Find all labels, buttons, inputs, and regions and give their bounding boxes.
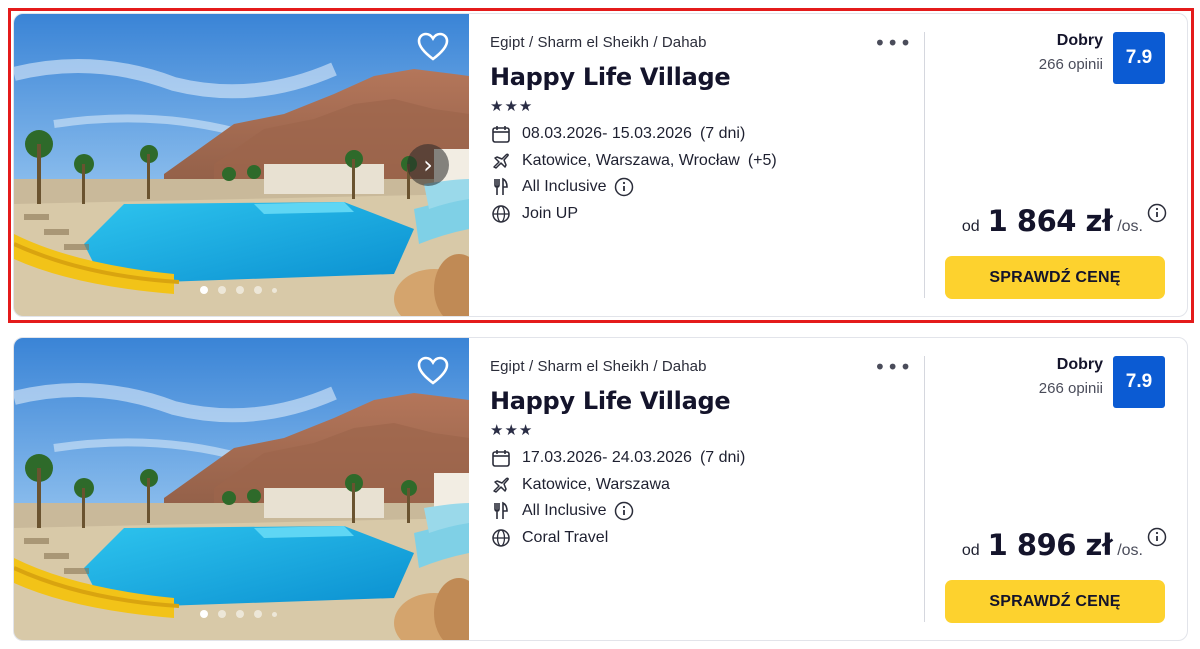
rating-block[interactable]: Dobry 266 opinii 7.9: [1039, 32, 1165, 84]
dates-row: 17.03.2026- 24.03.2026 (7 dni): [490, 445, 910, 472]
hotel-photo-image: [14, 14, 469, 317]
next-photo-button[interactable]: ›: [407, 144, 449, 186]
board-text: All Inclusive: [522, 502, 607, 520]
offer-details: Egipt / Sharm el Sheikh / Dahab Happy Li…: [490, 358, 910, 551]
price-prefix: od: [961, 218, 980, 235]
price-prefix: od: [961, 542, 980, 559]
price-block: od 1 864 zł /os.: [961, 203, 1167, 238]
hotel-name[interactable]: Happy Life Village: [490, 387, 910, 415]
heart-icon[interactable]: [417, 32, 449, 62]
offer-card[interactable]: Egipt / Sharm el Sheikh / Dahab Happy Li…: [13, 337, 1188, 641]
globe-icon: [490, 203, 512, 225]
hotel-stars: ★★★: [490, 421, 534, 439]
divider: [924, 32, 925, 298]
info-icon[interactable]: [614, 501, 634, 521]
price-amount: 1 896 zł: [987, 528, 1113, 562]
globe-icon: [490, 527, 512, 549]
review-count[interactable]: 266 opinii: [1039, 56, 1103, 73]
heart-icon[interactable]: [417, 356, 449, 386]
rating-block[interactable]: Dobry 266 opinii 7.9: [1039, 356, 1165, 408]
score-badge: 7.9: [1113, 356, 1165, 408]
plane-icon: [490, 150, 512, 172]
cutlery-icon: [490, 176, 512, 198]
check-price-button[interactable]: SPRAWDŹ CENĘ: [945, 256, 1165, 299]
review-count[interactable]: 266 opinii: [1039, 380, 1103, 397]
duration-text: (7 dni): [699, 125, 746, 143]
pagination-dot[interactable]: [272, 611, 277, 617]
operator-text: Join UP: [522, 204, 579, 222]
board-text: All Inclusive: [522, 178, 607, 196]
pagination-dot[interactable]: [200, 286, 208, 294]
departures-row: Katowice, Warszawa: [490, 472, 910, 499]
price-suffix: /os.: [1117, 542, 1143, 559]
duration-text: (7 dni): [699, 449, 746, 467]
pagination-dot[interactable]: [236, 286, 244, 294]
pagination-dot[interactable]: [254, 286, 262, 294]
departures-text: Katowice, Warszawa: [522, 475, 670, 493]
hotel-photo[interactable]: [14, 338, 469, 641]
pagination-dot[interactable]: [218, 286, 226, 294]
pagination-dot[interactable]: [200, 610, 208, 618]
pagination-dot[interactable]: [272, 287, 277, 293]
hotel-photo[interactable]: ›: [14, 14, 469, 317]
operator-text: Coral Travel: [522, 528, 609, 546]
board-row: All Inclusive: [490, 174, 910, 201]
location-breadcrumb[interactable]: Egipt / Sharm el Sheikh / Dahab: [490, 34, 910, 51]
rating-label: Dobry: [1056, 356, 1103, 373]
divider: [924, 356, 925, 622]
departures-text: Katowice, Warszawa, Wrocław: [522, 151, 740, 169]
more-horizontal-icon[interactable]: •••: [874, 33, 912, 53]
calendar-icon: [490, 447, 512, 469]
offer-card[interactable]: › Egipt / Sharm el Sheikh / Dahab Happy …: [13, 13, 1188, 317]
dates-row: 08.03.2026- 15.03.2026 (7 dni): [490, 121, 910, 148]
more-horizontal-icon[interactable]: •••: [874, 357, 912, 377]
hotel-name[interactable]: Happy Life Village: [490, 63, 910, 91]
calendar-icon: [490, 123, 512, 145]
info-icon[interactable]: [1147, 203, 1167, 223]
pagination-dot[interactable]: [218, 610, 226, 618]
operator-row: Coral Travel: [490, 525, 910, 552]
hotel-photo-image: [14, 338, 469, 641]
chevron-right-icon: ›: [423, 151, 433, 179]
location-breadcrumb[interactable]: Egipt / Sharm el Sheikh / Dahab: [490, 358, 910, 375]
plane-icon: [490, 474, 512, 496]
info-icon[interactable]: [1147, 527, 1167, 547]
departures-more[interactable]: (+5): [748, 152, 777, 170]
score-badge: 7.9: [1113, 32, 1165, 84]
pagination-dot[interactable]: [254, 610, 262, 618]
departures-row: Katowice, Warszawa, Wrocław (+5): [490, 148, 910, 175]
price-amount: 1 864 zł: [987, 204, 1113, 238]
dates-text: 08.03.2026- 15.03.2026: [522, 125, 692, 143]
offer-details: Egipt / Sharm el Sheikh / Dahab Happy Li…: [490, 34, 910, 227]
cutlery-icon: [490, 500, 512, 522]
info-icon[interactable]: [614, 177, 634, 197]
hotel-stars: ★★★: [490, 97, 534, 115]
photo-pagination: [200, 610, 277, 618]
price-block: od 1 896 zł /os.: [961, 527, 1167, 562]
operator-row: Join UP: [490, 201, 910, 228]
price-suffix: /os.: [1117, 218, 1143, 235]
rating-label: Dobry: [1056, 32, 1103, 49]
photo-pagination: [200, 286, 277, 294]
board-row: All Inclusive: [490, 498, 910, 525]
check-price-button[interactable]: SPRAWDŹ CENĘ: [945, 580, 1165, 623]
pagination-dot[interactable]: [236, 610, 244, 618]
dates-text: 17.03.2026- 24.03.2026: [522, 449, 692, 467]
